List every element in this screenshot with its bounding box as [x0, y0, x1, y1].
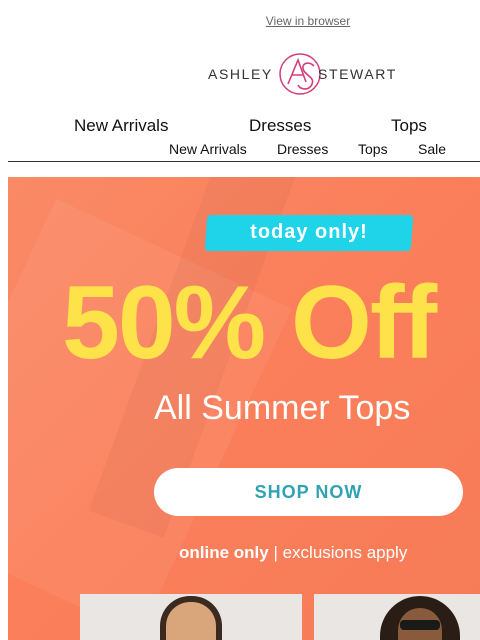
shop-now-button[interactable]: SHOP NOW	[154, 468, 463, 516]
logo-wordmark-left: ASHLEY	[208, 66, 273, 82]
logo-monogram-icon	[279, 53, 321, 95]
primary-nav: New Arrivals Dresses Tops	[0, 116, 480, 136]
hero-headline: 50% Off	[62, 265, 437, 381]
secondary-nav-dresses[interactable]: Dresses	[277, 141, 328, 157]
secondary-nav-sale[interactable]: Sale	[418, 141, 446, 157]
brand-logo[interactable]: ASHLEY STEWART	[208, 52, 408, 96]
secondary-nav: New Arrivals Dresses Tops Sale	[0, 141, 480, 157]
hero-banner[interactable]: today only! 50% Off All Summer Tops SHOP…	[8, 177, 480, 640]
primary-nav-new-arrivals[interactable]: New Arrivals	[74, 116, 168, 136]
exclusions-text: | exclusions apply	[268, 543, 408, 562]
secondary-nav-new-arrivals[interactable]: New Arrivals	[169, 141, 247, 157]
hero-subheadline: All Summer Tops	[154, 389, 411, 427]
online-only-text: online only	[179, 543, 269, 562]
logo-wordmark-right: STEWART	[318, 66, 397, 82]
nav-divider	[8, 161, 480, 162]
primary-nav-dresses[interactable]: Dresses	[249, 116, 311, 136]
secondary-nav-tops[interactable]: Tops	[358, 141, 388, 157]
primary-nav-tops[interactable]: Tops	[391, 116, 427, 136]
today-only-text: today only!	[250, 221, 368, 243]
view-in-browser-link[interactable]: View in browser	[200, 14, 416, 28]
product-photo-left[interactable]	[80, 594, 302, 640]
model-face	[166, 602, 216, 640]
product-photo-right[interactable]	[314, 594, 480, 640]
sunglasses-icon	[400, 620, 440, 630]
